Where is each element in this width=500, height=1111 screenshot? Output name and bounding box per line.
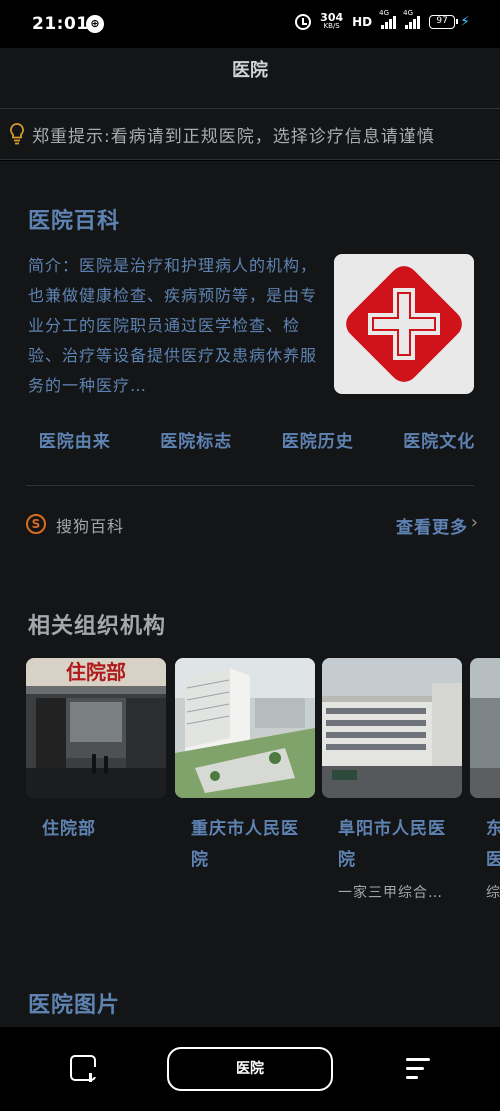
- page-title: 医院: [232, 60, 268, 81]
- search-button[interactable]: 医院: [167, 1047, 333, 1091]
- org-card[interactable]: 住院部 住院部: [26, 658, 166, 845]
- signal-2-label: 4G: [403, 9, 414, 17]
- org-card-title[interactable]: 重庆市人民医院: [175, 814, 315, 876]
- menu-icon[interactable]: [404, 1057, 430, 1079]
- notice-text: 郑重提示:看病请到正规医院，选择诊疗信息请谨慎: [32, 126, 435, 147]
- org-card-image[interactable]: [322, 658, 462, 798]
- org-card-title[interactable]: 住院部: [26, 814, 166, 845]
- network-speed: 304 KB/S: [320, 11, 344, 31]
- pictures-title[interactable]: 医院图片: [28, 987, 120, 1019]
- status-icons: 304 KB/S HD 4G 4G 97 ⚡: [295, 9, 470, 31]
- notice-banner: 郑重提示:看病请到正规医院，选择诊疗信息请谨慎: [0, 108, 500, 160]
- link-culture[interactable]: 医院文化: [379, 427, 500, 452]
- bulb-icon: [10, 123, 24, 145]
- hospital-cross-logo: [346, 266, 462, 382]
- signal-1-label: 4G: [379, 9, 390, 17]
- sogou-icon: S: [26, 514, 46, 534]
- signal-icon-1: 4G: [379, 9, 397, 29]
- tabs-icon[interactable]: [70, 1055, 97, 1082]
- encyclopedia-links: 医院由来 医院标志 医院历史 医院文化: [0, 427, 500, 452]
- network-speed-value: 304: [320, 11, 344, 24]
- divider: [26, 485, 474, 486]
- hd-icon: HD: [352, 15, 373, 29]
- link-symbol[interactable]: 医院标志: [136, 427, 258, 452]
- charging-icon: ⚡: [460, 14, 470, 30]
- sign-text: 住院部: [66, 660, 126, 684]
- source-label[interactable]: 搜狗百科: [56, 513, 124, 537]
- link-history[interactable]: 医院历史: [257, 427, 379, 452]
- signal-icon-2: 4G: [403, 9, 421, 29]
- org-card-title[interactable]: 东…医…: [470, 814, 500, 876]
- org-card[interactable]: 东…医… 综: [470, 658, 500, 902]
- org-card-subtitle: 一家三甲综合…: [338, 885, 443, 901]
- alarm-icon: [295, 14, 312, 30]
- source-row: S 搜狗百科 查看更多 ›: [26, 511, 478, 538]
- main-content: 医院百科 简介：医院是治疗和护理病人的机构，也兼做健康检查、疾病预防等，是由专业…: [0, 161, 500, 1027]
- encyclopedia-title[interactable]: 医院百科: [28, 203, 120, 235]
- org-card[interactable]: 重庆市人民医院: [175, 658, 315, 876]
- network-speed-unit: KB/S: [323, 22, 340, 30]
- related-orgs-title: 相关组织机构: [28, 614, 167, 639]
- status-time: 21:01: [32, 14, 89, 34]
- bottom-nav: 医院: [0, 1027, 500, 1111]
- org-card-subtitle: 综: [486, 885, 500, 901]
- org-card-image[interactable]: 住院部: [26, 658, 166, 798]
- view-more-link[interactable]: 查看更多: [396, 513, 468, 538]
- encyclopedia-intro[interactable]: 简介：医院是治疗和护理病人的机构，也兼做健康检查、疾病预防等，是由专业分工的医院…: [28, 251, 324, 401]
- related-orgs-carousel: 住院部 住院部 重庆市人民医院 阜阳市人民医院 一家三甲综合… 东 医 综: [26, 658, 500, 918]
- org-card[interactable]: 阜阳市人民医院 一家三甲综合…: [322, 658, 462, 902]
- org-card-image[interactable]: [470, 658, 500, 798]
- chevron-right-icon[interactable]: ›: [471, 512, 478, 533]
- notification-icon: ⊕: [86, 15, 104, 33]
- link-origin[interactable]: 医院由来: [0, 427, 136, 452]
- hospital-logo-image[interactable]: [334, 254, 474, 394]
- battery-icon: 97: [429, 15, 459, 29]
- status-bar: 21:01 ⊕ 304 KB/S HD 4G 4G 97 ⚡: [0, 0, 500, 48]
- org-card-title[interactable]: 阜阳市人民医院: [322, 814, 462, 876]
- org-card-image[interactable]: [175, 658, 315, 798]
- app-header: 医院: [0, 48, 500, 108]
